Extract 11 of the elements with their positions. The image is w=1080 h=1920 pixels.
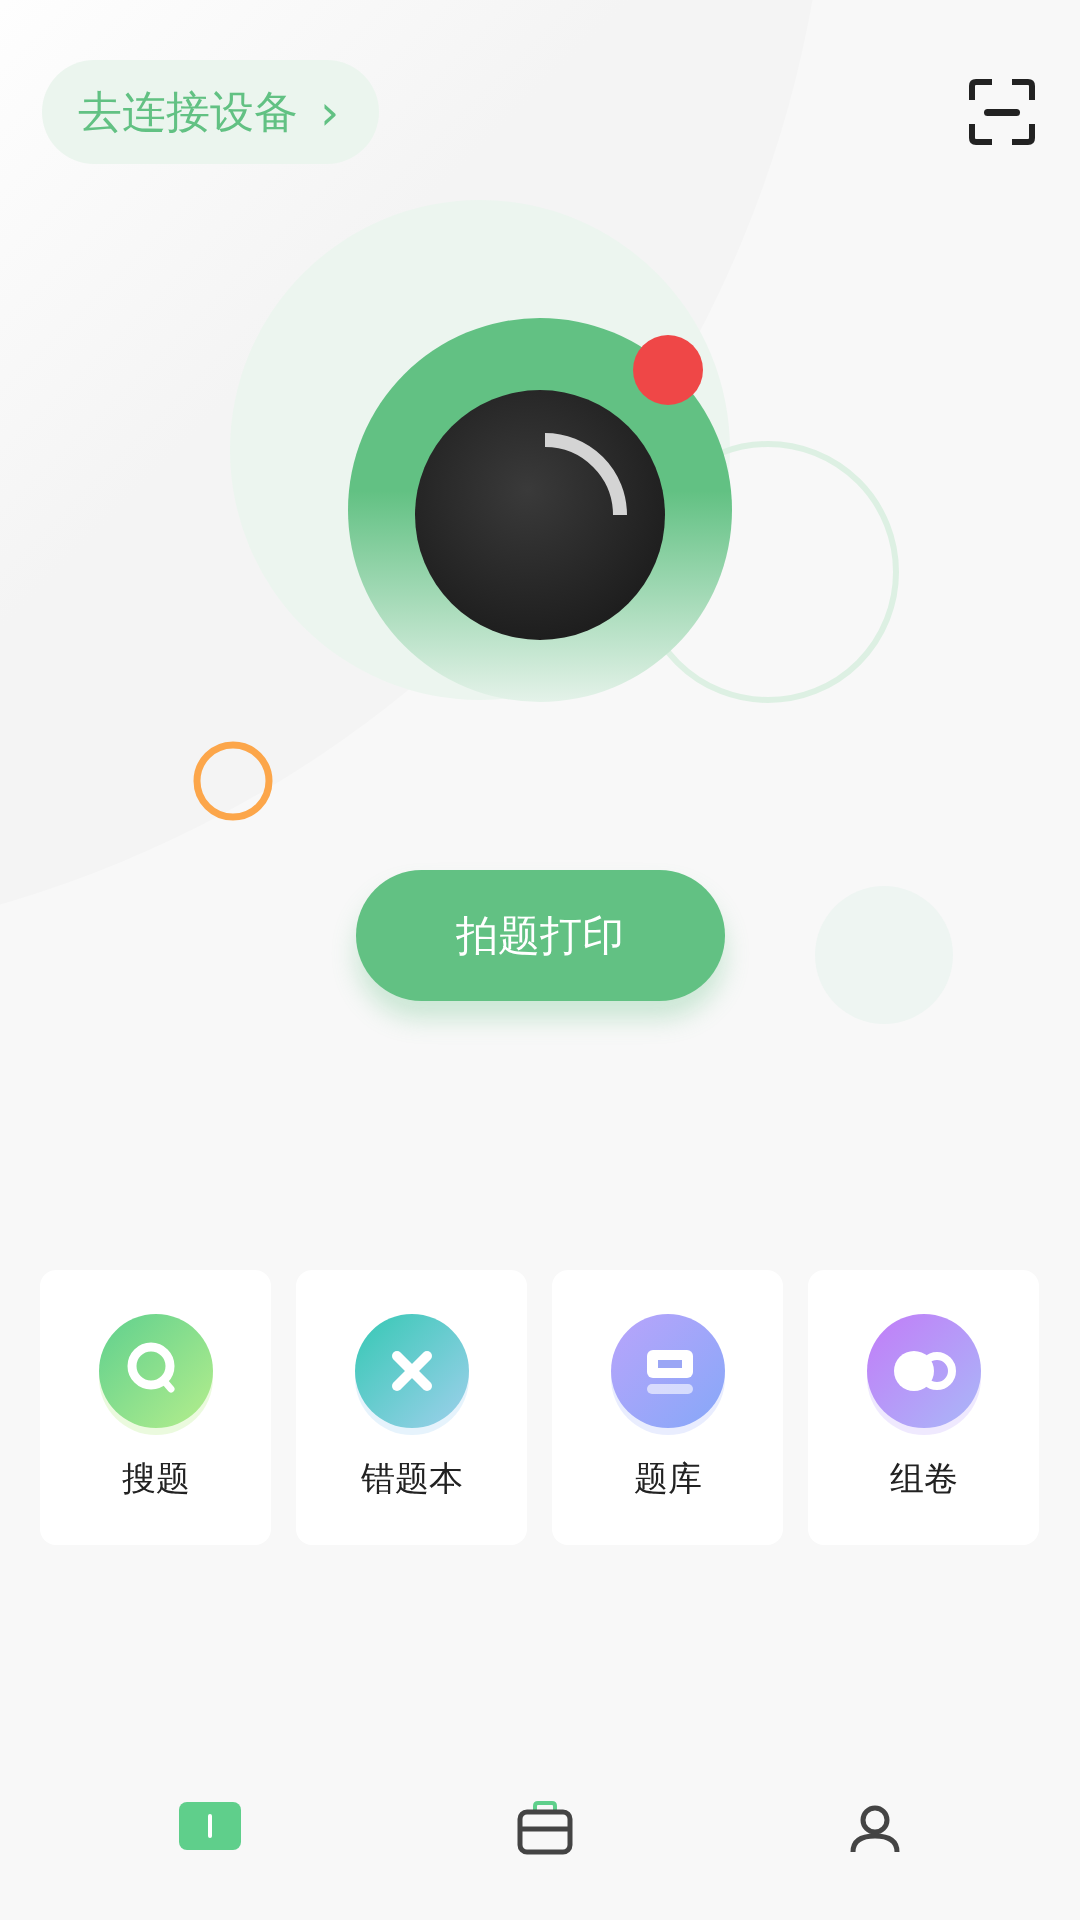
feature-label: 组卷 — [889, 1457, 958, 1500]
feature-label: 错题本 — [360, 1457, 463, 1500]
feature-card[interactable]: 组卷 — [808, 1270, 1039, 1545]
scan-icon — [968, 78, 1036, 146]
feature-card[interactable]: 搜题 — [40, 1270, 271, 1545]
feature-label: 题库 — [633, 1457, 702, 1500]
feature-card[interactable]: 错题本 — [296, 1270, 527, 1545]
scan-button[interactable] — [968, 78, 1036, 146]
feature-label: 搜题 — [121, 1457, 190, 1500]
notification-dot — [633, 335, 703, 405]
feature-card[interactable]: 题库 — [552, 1270, 783, 1545]
